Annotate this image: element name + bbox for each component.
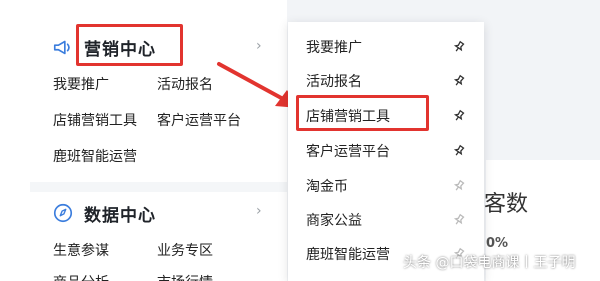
chevron-right-icon[interactable]: › (256, 203, 262, 219)
data-center-header[interactable]: 数据中心 (52, 200, 156, 226)
sidebar-item-shop-marketing-tools[interactable]: 店铺营销工具 (53, 110, 137, 130)
pin-icon[interactable] (452, 179, 466, 193)
highlight-box-shop-marketing-tools (296, 95, 429, 131)
background-stat-label: 客数 (484, 192, 529, 217)
sidebar-item-business-zone[interactable]: 业务专区 (157, 240, 213, 260)
sidebar-item-activity-signup[interactable]: 活动报名 (157, 74, 213, 94)
marketing-dropdown-menu: 我要推广 活动报名 店铺营销工具 客户运营平台 淘金币 商家公益 鹿班智能运营 (288, 22, 484, 281)
pin-icon[interactable] (452, 213, 466, 227)
pin-icon[interactable] (452, 74, 466, 88)
section-divider (30, 182, 287, 192)
data-center-title: 数据中心 (84, 205, 156, 226)
pin-icon[interactable] (452, 144, 466, 158)
menu-item-customer-ops-platform[interactable]: 客户运营平台 (306, 141, 390, 161)
menu-item-activity-signup[interactable]: 活动报名 (306, 71, 362, 91)
highlight-box-marketing-center (76, 24, 183, 66)
pin-icon[interactable] (452, 40, 466, 54)
sidebar-item-promote[interactable]: 我要推广 (53, 74, 109, 94)
sidebar-item-business-advisor[interactable]: 生意参谋 (53, 240, 109, 260)
sidebar-item-product-analysis[interactable]: 商品分析 (53, 272, 109, 281)
sidebar-item-luban-smart-ops[interactable]: 鹿班智能运营 (53, 146, 137, 166)
sidebar-item-market-trends[interactable]: 市场行情 (157, 272, 213, 281)
menu-item-luban-smart-ops[interactable]: 鹿班智能运营 (306, 244, 390, 264)
pin-icon[interactable] (452, 109, 466, 123)
compass-icon (53, 203, 73, 223)
menu-item-taojinbi[interactable]: 淘金币 (306, 176, 348, 196)
chevron-right-icon[interactable]: › (256, 38, 262, 54)
menu-item-promote[interactable]: 我要推广 (306, 37, 362, 57)
menu-item-merchant-charity[interactable]: 商家公益 (306, 210, 362, 230)
megaphone-icon (53, 40, 70, 55)
background-stat-percent: 0% (486, 236, 509, 251)
watermark-text: 头条 @口袋电商课丨王子明 (403, 255, 576, 271)
